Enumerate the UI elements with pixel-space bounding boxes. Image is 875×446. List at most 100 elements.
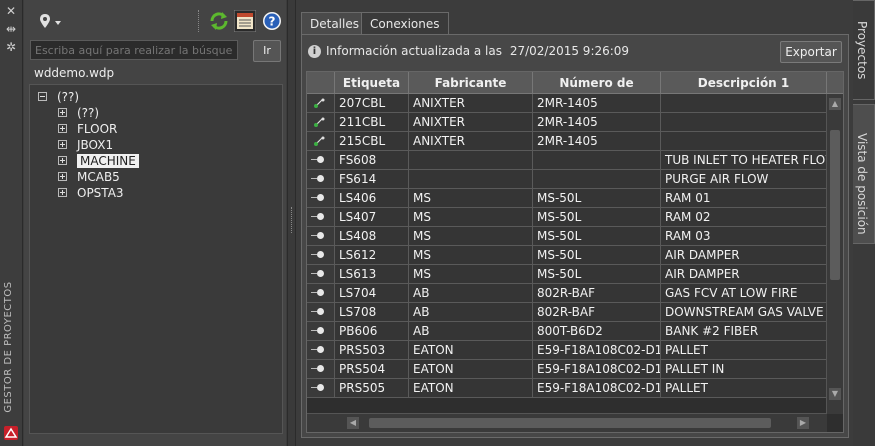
cell-catalog[interactable]: 2MR-1405 [533,132,661,151]
vertical-scroll-thumb[interactable] [830,130,840,280]
cell-manufacturer[interactable]: AB [409,322,533,341]
table-row[interactable]: LS612 MS MS-50L AIR DAMPER [307,246,827,265]
cell-description[interactable]: PALLET [661,341,827,360]
tab-details[interactable]: Detalles [301,12,368,35]
help-icon[interactable]: ? [262,11,282,31]
tree-node[interactable]: JBOX1 [58,137,113,153]
cell-manufacturer[interactable]: MS [409,189,533,208]
tab-connections[interactable]: Conexiones [361,12,449,35]
cell-manufacturer[interactable]: ANIXTER [409,94,533,113]
cell-tag[interactable]: PRS503 [335,341,409,360]
auto-hide-icon[interactable]: ⇹ [4,22,18,36]
cell-description[interactable]: DOWNSTREAM GAS VALVE [661,303,827,322]
table-row[interactable]: LS704 AB 802R-BAF GAS FCV AT LOW FIRE [307,284,827,303]
cell-description[interactable]: BANK #2 FIBER [661,322,827,341]
table-row[interactable]: 215CBL ANIXTER 2MR-1405 [307,132,827,151]
cell-tag[interactable]: LS704 [335,284,409,303]
cell-description[interactable]: TUB INLET TO HEATER FLOW [661,151,827,170]
cell-tag[interactable]: LS407 [335,208,409,227]
table-row[interactable]: 211CBL ANIXTER 2MR-1405 [307,113,827,132]
table-row[interactable]: PRS505 EATON E59-F18A108C02-D1 PALLET [307,379,827,398]
horizontal-scrollbar[interactable]: ◀ ▶ [307,413,827,432]
scroll-down-icon[interactable]: ▼ [829,388,841,400]
tab-location-view[interactable]: Vista de posición [853,104,875,244]
cell-manufacturer[interactable]: EATON [409,379,533,398]
tree-node[interactable]: MACHINE [58,153,139,169]
cell-tag[interactable]: LS613 [335,265,409,284]
cell-description[interactable]: RAM 02 [661,208,827,227]
table-row[interactable]: LS408 MS MS-50L RAM 03 [307,227,827,246]
cell-description[interactable]: AIR DAMPER [661,265,827,284]
cell-tag[interactable]: 207CBL [335,94,409,113]
table-row[interactable]: FS608 TUB INLET TO HEATER FLOW [307,151,827,170]
expand-icon[interactable] [58,156,67,165]
cell-catalog[interactable]: 2MR-1405 [533,113,661,132]
table-row[interactable]: LS406 MS MS-50L RAM 01 [307,189,827,208]
table-row[interactable]: LS708 AB 802R-BAF DOWNSTREAM GAS VALVE [307,303,827,322]
column-header-manufacturer[interactable]: Fabricante [409,72,533,94]
cell-manufacturer[interactable]: EATON [409,341,533,360]
cell-description[interactable]: RAM 03 [661,227,827,246]
cell-description[interactable] [661,94,827,113]
tree-node[interactable]: (??) [38,89,79,105]
cell-description[interactable]: PURGE AIR FLOW [661,170,827,189]
tree-node[interactable]: FLOOR [58,121,117,137]
cell-tag[interactable]: 215CBL [335,132,409,151]
export-button[interactable]: Exportar [780,41,842,63]
tree-node[interactable]: (??) [58,105,99,121]
project-tree[interactable]: (??) (??) FLOOR JBOX1 MACHINE MCAB5 OPST… [29,84,283,434]
cell-description[interactable]: RAM 01 [661,189,827,208]
cell-manufacturer[interactable]: AB [409,303,533,322]
expand-icon[interactable] [58,140,67,149]
splitter-grip[interactable] [291,207,294,233]
close-icon[interactable]: ✕ [4,4,18,18]
cell-catalog[interactable]: 800T-B6D2 [533,322,661,341]
cell-manufacturer[interactable] [409,151,533,170]
cell-catalog[interactable]: MS-50L [533,208,661,227]
scroll-up-icon[interactable]: ▲ [829,98,841,110]
table-row[interactable]: FS614 PURGE AIR FLOW [307,170,827,189]
cell-catalog[interactable]: E59-F18A108C02-D1 [533,341,661,360]
cell-manufacturer[interactable]: MS [409,265,533,284]
column-header-catalog[interactable]: Número de catálogo [533,72,661,112]
cell-manufacturer[interactable] [409,170,533,189]
table-row[interactable]: 207CBL ANIXTER 2MR-1405 [307,94,827,113]
cell-tag[interactable]: LS406 [335,189,409,208]
cell-catalog[interactable]: MS-50L [533,265,661,284]
search-input[interactable] [30,40,238,60]
table-row[interactable]: PRS504 EATON E59-F18A108C02-D1 PALLET IN [307,360,827,379]
cell-manufacturer[interactable]: MS [409,246,533,265]
cell-tag[interactable]: LS612 [335,246,409,265]
table-row[interactable]: LS407 MS MS-50L RAM 02 [307,208,827,227]
cell-tag[interactable]: LS708 [335,303,409,322]
cell-catalog[interactable] [533,170,661,189]
cell-description[interactable]: PALLET [661,379,827,398]
column-header-tag[interactable]: Etiqueta [335,72,409,94]
components-grid[interactable]: Etiqueta Fabricante Número de catálogo D… [306,71,844,433]
cell-description[interactable] [661,113,827,132]
task-list-icon[interactable] [233,9,257,33]
settings-icon[interactable]: ✲ [4,40,18,54]
go-button[interactable]: Ir [253,40,281,62]
table-row[interactable]: PB606 AB 800T-B6D2 BANK #2 FIBER [307,322,827,341]
location-dropdown[interactable] [38,12,66,32]
scroll-right-icon[interactable]: ▶ [797,417,809,429]
tree-node[interactable]: MCAB5 [58,169,120,185]
cell-manufacturer[interactable]: ANIXTER [409,113,533,132]
cell-catalog[interactable]: 2MR-1405 [533,94,661,113]
cell-manufacturer[interactable]: ANIXTER [409,132,533,151]
cell-catalog[interactable]: E59-F18A108C02-D1 [533,379,661,398]
refresh-icon[interactable] [208,10,230,32]
cell-catalog[interactable]: MS-50L [533,189,661,208]
cell-catalog[interactable] [533,151,661,170]
column-header-description[interactable]: Descripción 1 [661,72,827,94]
icon-column-header[interactable] [307,72,335,94]
cell-description[interactable]: AIR DAMPER [661,246,827,265]
cell-manufacturer[interactable]: MS [409,227,533,246]
cell-catalog[interactable]: MS-50L [533,227,661,246]
cell-tag[interactable]: FS614 [335,170,409,189]
cell-description[interactable]: GAS FCV AT LOW FIRE [661,284,827,303]
scroll-left-icon[interactable]: ◀ [347,417,359,429]
cell-tag[interactable]: PRS504 [335,360,409,379]
cell-tag[interactable]: 211CBL [335,113,409,132]
